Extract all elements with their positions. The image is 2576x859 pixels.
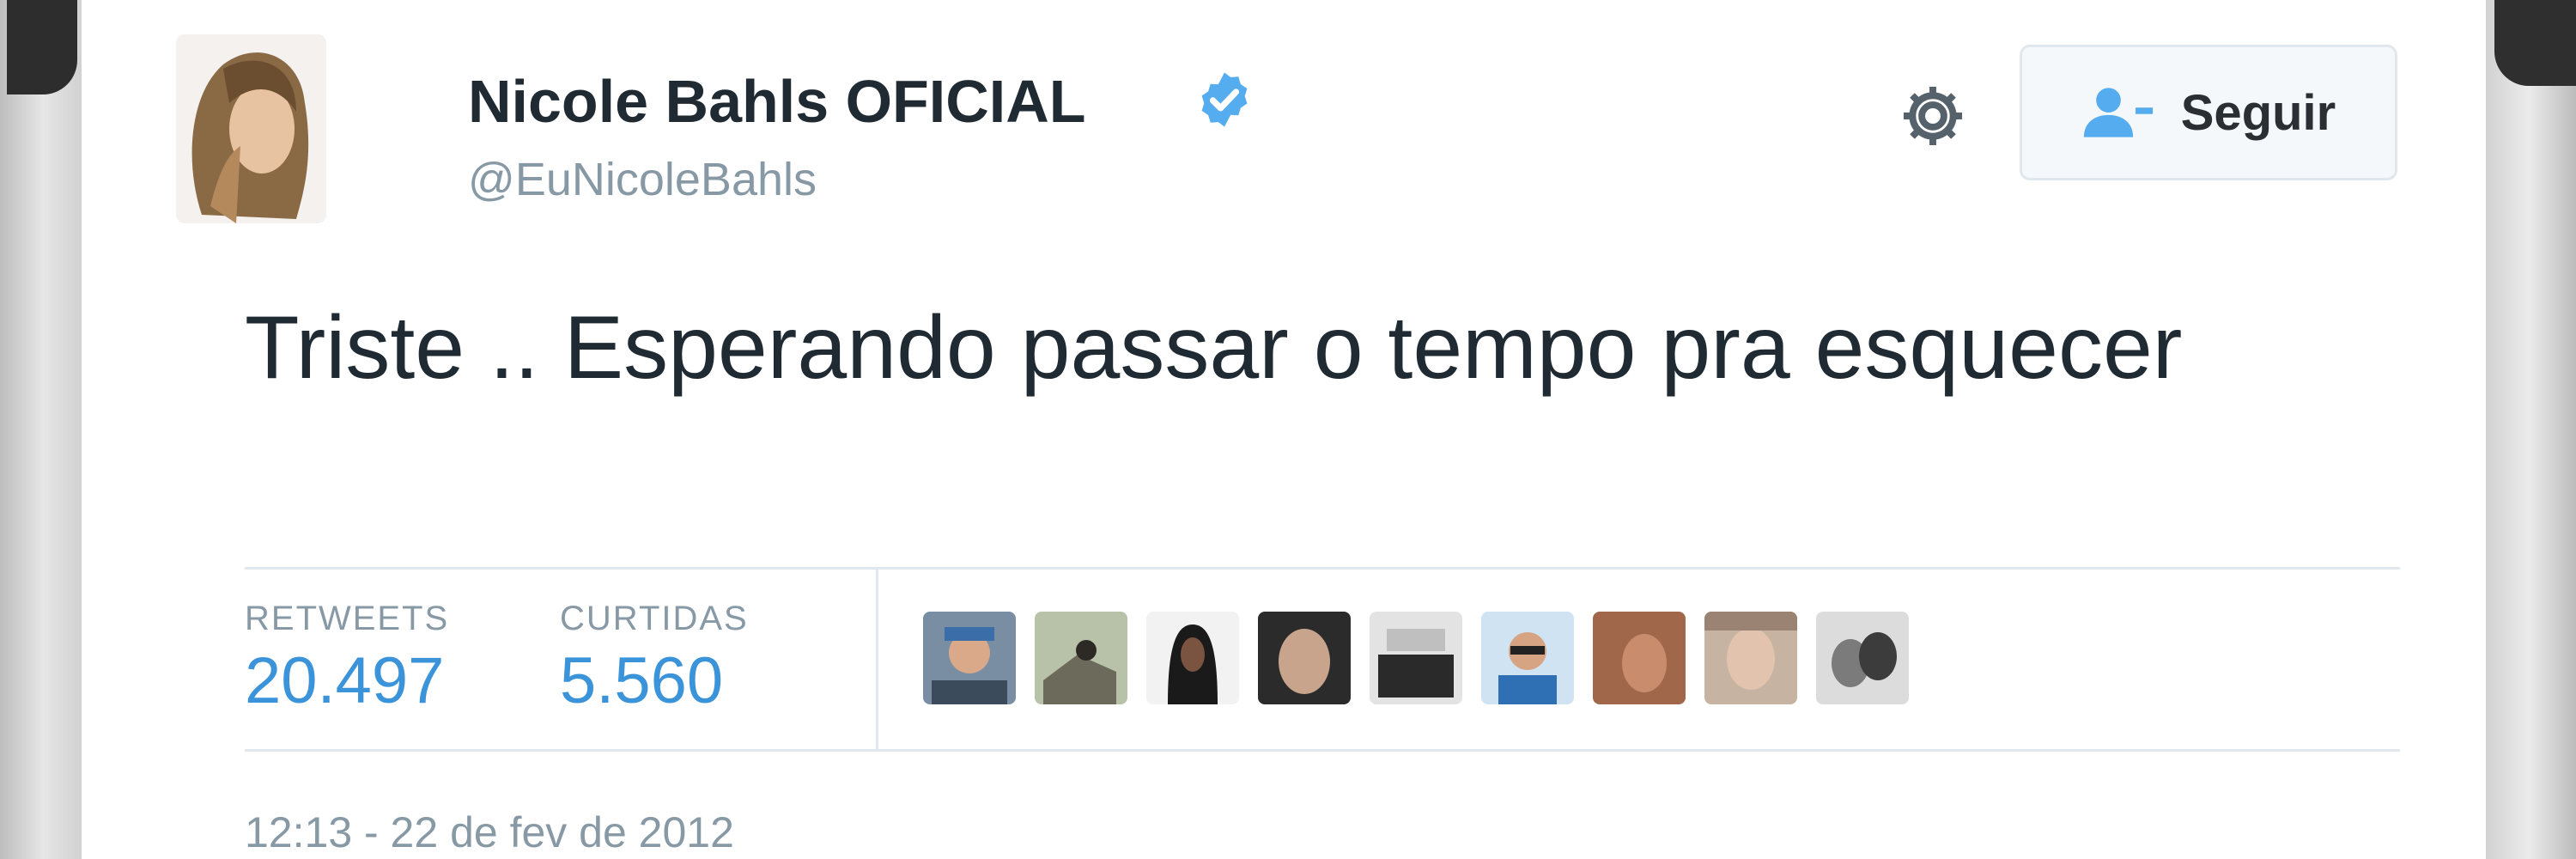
- divider-bottom: [245, 749, 2400, 752]
- photo-frame-right: [2482, 0, 2576, 859]
- retweets-count: 20.497: [245, 644, 445, 717]
- liker-avatar[interactable]: [1146, 612, 1239, 704]
- liker-avatar[interactable]: [923, 612, 1016, 704]
- author-name[interactable]: Nicole Bahls OFICIAL: [468, 67, 1086, 136]
- liker-avatar[interactable]: [1816, 612, 1909, 704]
- frame-corner-right: [2494, 0, 2576, 86]
- liker-avatar[interactable]: [1035, 612, 1127, 704]
- retweets-stat[interactable]: RETWEETS 20.497: [245, 600, 449, 718]
- liker-avatar[interactable]: [1593, 612, 1686, 704]
- gear-icon[interactable]: [1896, 79, 1970, 153]
- follow-button[interactable]: Seguir: [2020, 45, 2397, 180]
- likes-count: 5.560: [560, 644, 724, 717]
- liker-avatars: [923, 612, 1909, 704]
- photo-frame-left: [0, 0, 86, 859]
- tweet-timestamp[interactable]: 12:13 - 22 de fev de 2012: [245, 807, 734, 857]
- liker-avatar[interactable]: [1704, 612, 1797, 704]
- author-avatar[interactable]: [176, 34, 326, 223]
- likes-stat[interactable]: CURTIDAS 5.560: [560, 600, 749, 718]
- tweet-text: Triste .. Esperando passar o tempo pra e…: [245, 298, 2183, 398]
- divider-top: [245, 567, 2400, 570]
- follow-button-label: Seguir: [2180, 84, 2336, 141]
- liker-avatar[interactable]: [1481, 612, 1574, 704]
- author-handle[interactable]: @EuNicoleBahls: [468, 153, 817, 206]
- frame-corner-left: [7, 0, 77, 94]
- retweets-label: RETWEETS: [245, 600, 450, 637]
- liker-avatar[interactable]: [1370, 612, 1462, 704]
- divider-vertical: [876, 569, 878, 749]
- person-add-icon: [2083, 88, 2153, 137]
- likes-label: CURTIDAS: [560, 600, 749, 637]
- liker-avatar[interactable]: [1258, 612, 1351, 704]
- verified-badge-icon: [1201, 72, 1248, 127]
